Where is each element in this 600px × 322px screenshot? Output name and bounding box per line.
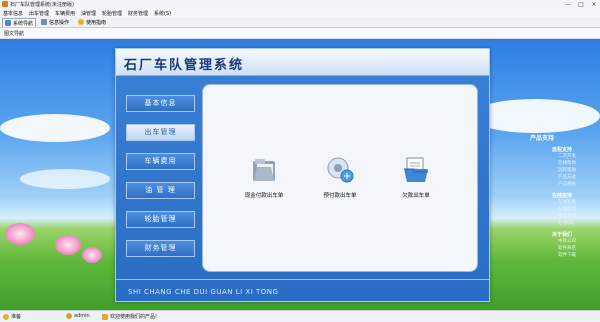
tab-label: 使用指南: [86, 19, 107, 26]
grid-icon: [41, 19, 47, 25]
nav-tire[interactable]: 轮胎管理: [126, 211, 195, 228]
window-title: 石厂车队管理系统(未注册版): [10, 2, 74, 8]
support-link[interactable]: 产品相关: [558, 181, 598, 188]
info-icon: [102, 313, 108, 320]
support-section-heading: 在线支持: [552, 193, 573, 199]
panel-title: 石厂车队管理系统: [124, 58, 245, 73]
cloud: [20, 169, 110, 189]
app-icon: [2, 1, 8, 7]
flower: [5, 223, 35, 245]
menu-system[interactable]: 系统(S): [154, 10, 171, 17]
cloud: [0, 114, 110, 142]
tab-label: 信息操作: [49, 19, 70, 26]
document-folder-icon: [404, 157, 428, 182]
user-icon: [66, 313, 72, 319]
status-user: admin: [66, 313, 90, 319]
menu-tire[interactable]: 轮胎管理: [102, 10, 122, 17]
support-link[interactable]: 中软公司: [558, 238, 598, 245]
support-link[interactable]: 产品方式: [558, 174, 598, 181]
support-title: 产品支持: [530, 135, 555, 142]
menu-vehicle-cost[interactable]: 车辆费用: [55, 10, 75, 17]
menu-dispatch[interactable]: 出车管理: [29, 10, 49, 17]
product-support: 产品支持 远程支持 二次开发 在线帮助 远程帮助 产品方式 产品相关 在线支持 …: [530, 133, 598, 259]
support-link[interactable]: 在线QQ: [558, 220, 598, 227]
action-label: 欠款出车单: [402, 193, 430, 199]
nav-oil[interactable]: 油 管 理: [126, 182, 195, 199]
sub-header: 图文导航: [0, 28, 600, 39]
maximize-button[interactable]: □: [575, 0, 587, 9]
support-link[interactable]: 软件下载: [558, 252, 598, 259]
folder-icon: [253, 159, 275, 181]
support-link[interactable]: 软件商店: [558, 245, 598, 252]
nav-icon: [5, 20, 11, 26]
status-text: 准备: [11, 314, 22, 320]
status-ready: 准备: [3, 313, 21, 320]
support-section-heading: 远程支持: [552, 147, 573, 153]
support-link[interactable]: 在线客服: [558, 199, 598, 206]
support-link[interactable]: 二次开发: [558, 153, 598, 160]
status-message-text: 欢迎使用我们的产品!: [110, 314, 158, 320]
footer-divider: [116, 279, 489, 280]
nav-finance[interactable]: 财务管理: [126, 240, 195, 257]
support-link[interactable]: 在线反馈: [558, 206, 598, 213]
tab-system-nav[interactable]: 系统导航: [2, 18, 37, 27]
nav-dispatch[interactable]: 出车管理: [126, 124, 195, 141]
user-name: admin: [74, 313, 90, 319]
flower: [82, 247, 102, 263]
tab-label: 系统导航: [13, 20, 34, 27]
support-link[interactable]: 在线帮助: [558, 160, 598, 167]
credit-dispatch-action[interactable]: 欠款出车单: [381, 155, 451, 199]
main-panel: 石厂车队管理系统 基本信息 出车管理 车辆费用 油 管 理 轮胎管理 财务管理 …: [115, 48, 490, 302]
flower: [55, 235, 81, 255]
support-link[interactable]: 联系方式: [558, 213, 598, 220]
menu-oil[interactable]: 油管理: [81, 10, 96, 17]
cash-dispatch-action[interactable]: 现金付款出车单: [229, 155, 299, 199]
panel-footer: SHI CHANG CHE DUI GUAN LI XI TONG: [128, 288, 279, 296]
tab-info-ops[interactable]: 信息操作: [39, 18, 71, 26]
help-icon: [78, 19, 84, 25]
tab-bar: 系统导航 信息操作 使用指南: [0, 17, 600, 28]
status-message: 欢迎使用我们的产品!: [102, 313, 157, 320]
support-section-heading: 关于我们: [552, 232, 573, 238]
subheader-title: 图文导航: [4, 31, 25, 37]
menu-bar: 基本信息 出车管理 车辆费用 油管理 轮胎管理 财务管理 系统(S): [0, 9, 600, 17]
menu-basic-info[interactable]: 基本信息: [3, 10, 23, 17]
gear-globe-icon: [327, 157, 354, 183]
content-area: 现金付款出车单 预付款出车单 欠款出车单: [202, 84, 478, 272]
tab-user-guide[interactable]: 使用指南: [76, 18, 108, 26]
minimize-button[interactable]: —: [562, 0, 574, 9]
support-link[interactable]: 远程帮助: [558, 167, 598, 174]
prepaid-dispatch-action[interactable]: 预付款出车单: [305, 155, 375, 199]
action-label: 预付款出车单: [323, 193, 357, 199]
action-label: 现金付款出车单: [244, 193, 284, 199]
status-bar: 准备 admin 欢迎使用我们的产品!: [0, 310, 600, 322]
menu-finance[interactable]: 财务管理: [128, 10, 148, 17]
close-button[interactable]: ×: [588, 0, 600, 9]
status-icon: [3, 313, 9, 320]
nav-vehicle-cost[interactable]: 车辆费用: [126, 153, 195, 170]
nav-basic-info[interactable]: 基本信息: [126, 95, 195, 112]
panel-header: 石厂车队管理系统: [116, 49, 489, 76]
